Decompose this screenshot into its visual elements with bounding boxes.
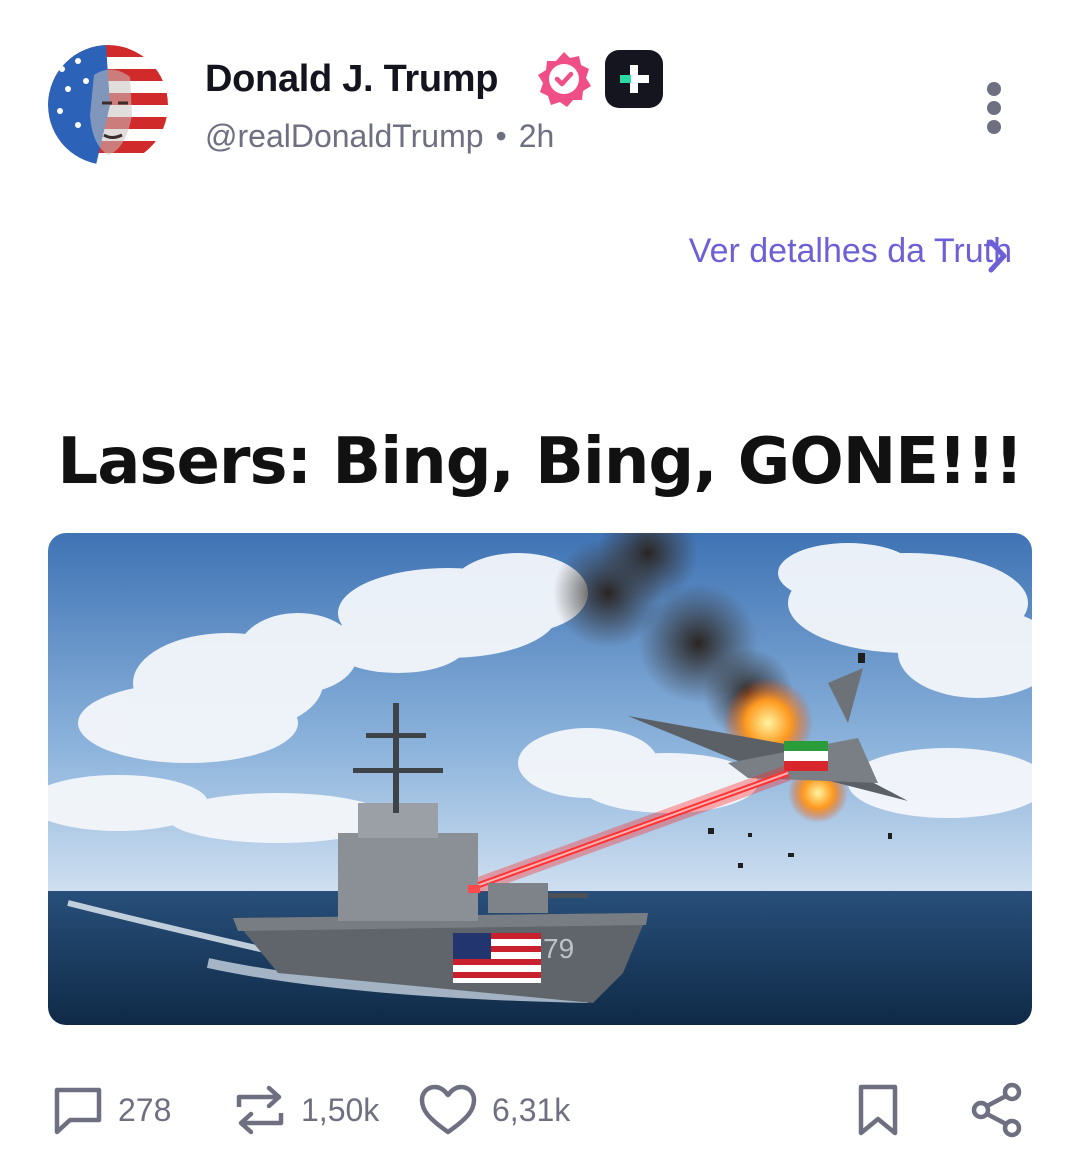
retruth-count: 1,50k: [301, 1091, 380, 1128]
more-options-button[interactable]: [973, 78, 1017, 138]
comment-icon: [54, 1087, 102, 1135]
reply-count: 278: [118, 1091, 172, 1128]
post-time[interactable]: 2h: [519, 118, 555, 154]
author-name[interactable]: Donald J. Trump: [205, 58, 499, 101]
plus-badge-icon: [605, 50, 663, 108]
verified-badge-icon: [534, 49, 594, 109]
bookmark-button[interactable]: [856, 1083, 900, 1142]
share-button[interactable]: [970, 1082, 1024, 1143]
heart-icon: [419, 1084, 477, 1135]
like-button[interactable]: 6,31k: [418, 1082, 570, 1138]
reply-button[interactable]: 278: [52, 1082, 171, 1138]
share-icon: [971, 1082, 1022, 1138]
post-title: Lasers: Bing, Bing, GONE!!!: [57, 425, 1023, 499]
more-dot: [987, 101, 1001, 115]
author-meta: @realDonaldTrump • 2h: [205, 118, 554, 155]
avatar[interactable]: [48, 45, 168, 165]
like-count: 6,31k: [492, 1091, 571, 1128]
author-handle[interactable]: @realDonaldTrump: [205, 118, 484, 154]
more-vertical-icon: [987, 82, 1001, 96]
bookmark-icon: [858, 1084, 898, 1136]
post-image[interactable]: 79: [48, 533, 1032, 1025]
chevron-right-icon[interactable]: [984, 236, 1012, 276]
see-details-link[interactable]: Ver detalhes da Truth: [689, 232, 1012, 271]
meta-separator: •: [495, 118, 507, 154]
retruth-button[interactable]: 1,50k: [233, 1082, 379, 1138]
hull-number: 79: [543, 933, 574, 964]
repost-icon: [236, 1085, 284, 1135]
more-dot: [987, 120, 1001, 134]
